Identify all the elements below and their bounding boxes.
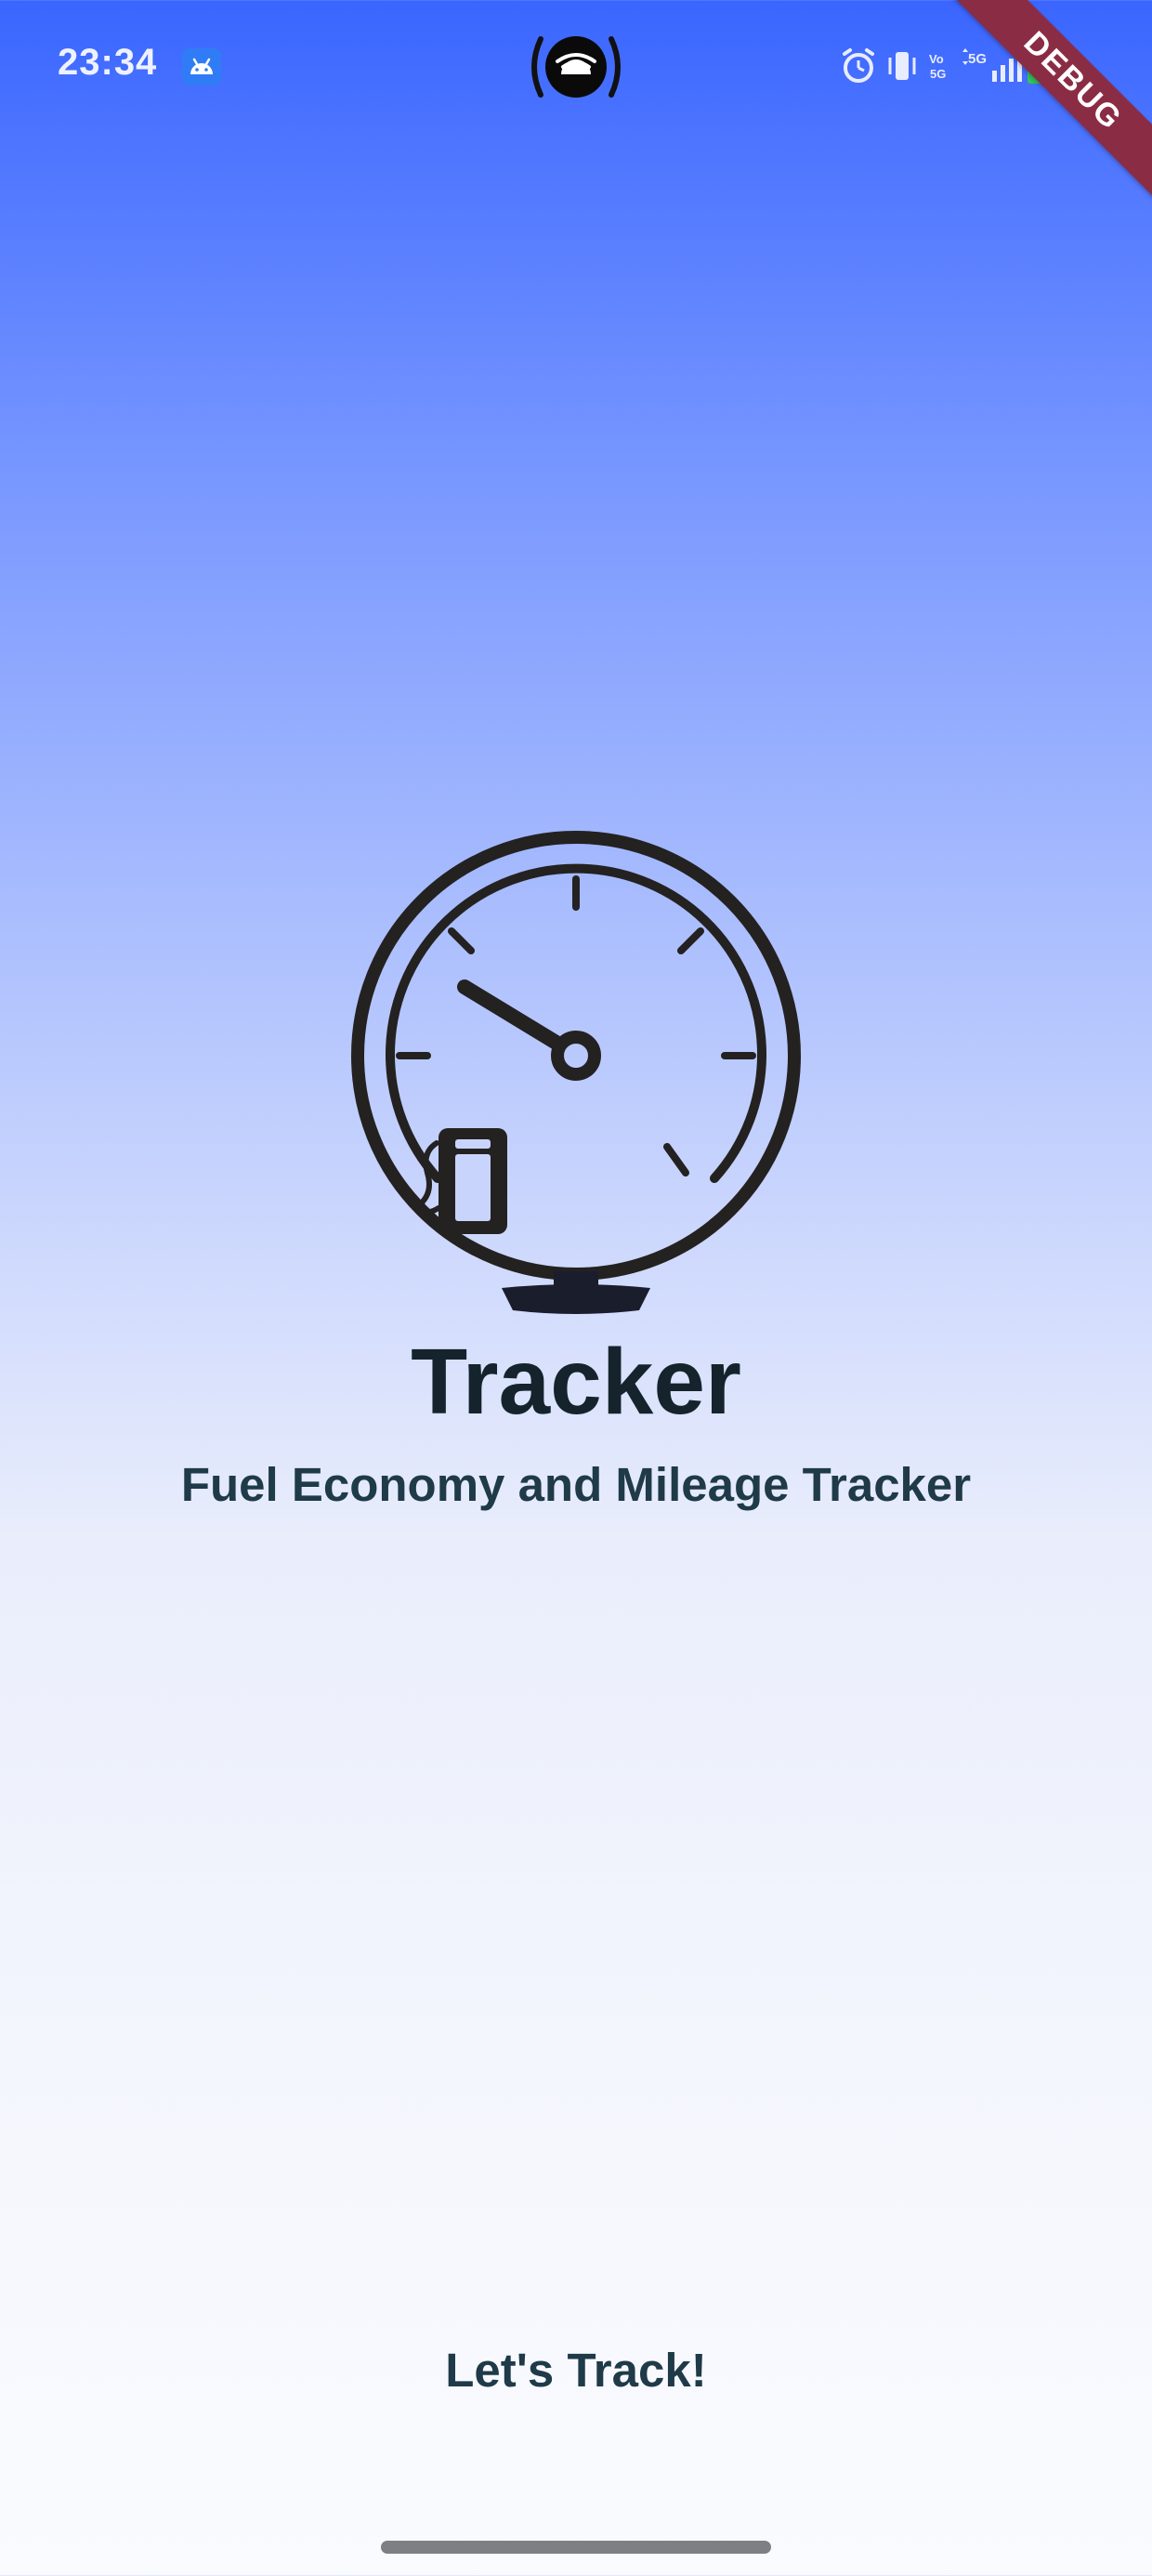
- app-title: Tracker: [411, 1330, 741, 1434]
- alarm-icon: [843, 48, 874, 83]
- hotspot-icon: [520, 32, 632, 102]
- volte-icon: Vo 5G: [929, 52, 946, 81]
- status-time: 23:34: [58, 42, 158, 83]
- android-icon: [182, 48, 221, 85]
- lets-track-button[interactable]: Let's Track!: [390, 2323, 762, 2416]
- svg-text:5G: 5G: [968, 51, 987, 67]
- fuel-gauge-icon: [347, 827, 805, 1320]
- home-indicator[interactable]: [381, 2541, 771, 2554]
- 5g-icon: 5G: [962, 48, 987, 67]
- vibrate-icon: [888, 52, 916, 80]
- svg-text:5G: 5G: [930, 67, 946, 81]
- svg-text:Vo: Vo: [929, 52, 944, 66]
- app-subtitle: Fuel Economy and Mileage Tracker: [180, 1458, 972, 1511]
